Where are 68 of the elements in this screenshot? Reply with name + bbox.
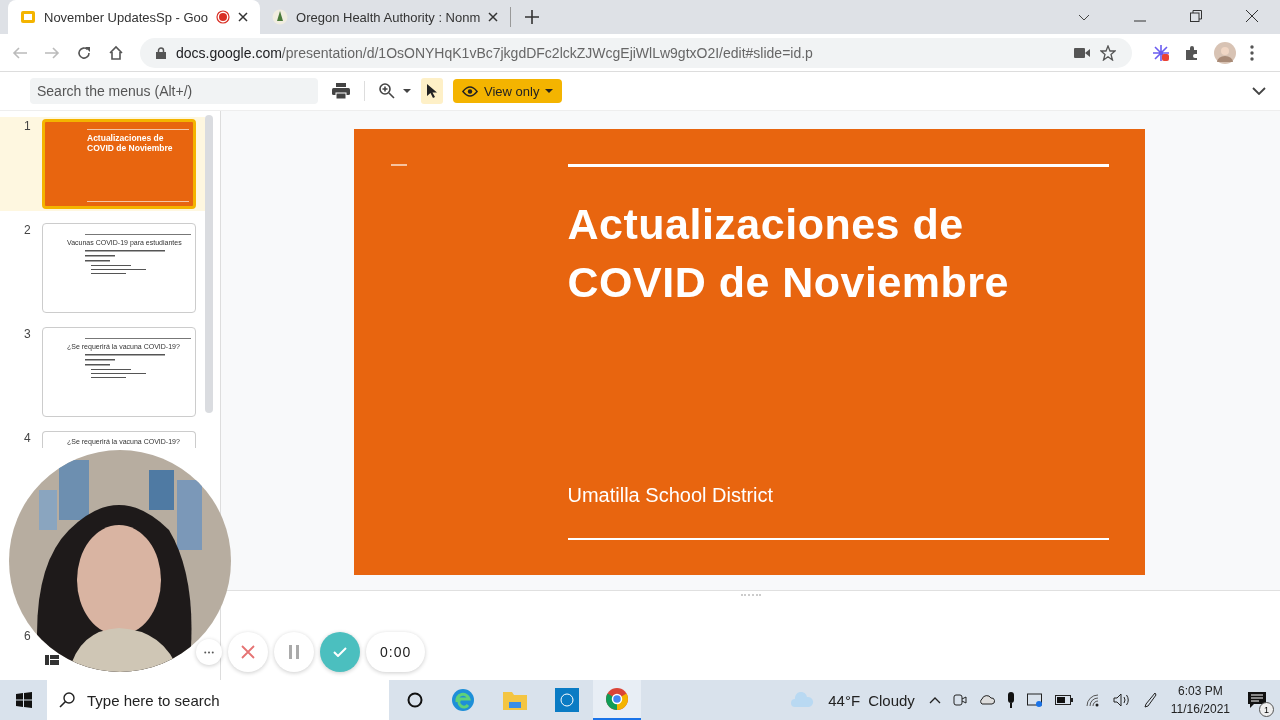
pen-icon[interactable] xyxy=(1142,692,1157,708)
caret-icon xyxy=(545,89,554,93)
close-icon[interactable] xyxy=(1246,10,1258,22)
url-text: docs.google.com/presentation/d/1OsONYHqK1vBc7jkgdDFc2lckZJWcgEjiWlLw9gtxO2I/edit#slide=id.p xyxy=(176,44,813,61)
thumbnail-title: Actualizaciones de COVID de Noviembre xyxy=(87,133,174,154)
notification-button[interactable]: 1 xyxy=(1242,685,1272,715)
pause-icon xyxy=(289,645,299,659)
tab-title: Oregon Health Authority : Nonm xyxy=(296,9,481,25)
chevron-down-icon[interactable] xyxy=(1252,87,1266,95)
slide-title: Actualizaciones de COVID de Noviembre xyxy=(567,199,1010,308)
restore-icon[interactable] xyxy=(1190,10,1202,22)
extension-icon[interactable] xyxy=(1152,43,1170,62)
slide-number: 2 xyxy=(24,223,30,237)
chevron-down-icon[interactable] xyxy=(1078,14,1090,22)
menu-icon[interactable] xyxy=(1250,44,1254,61)
close-icon[interactable] xyxy=(488,12,499,22)
select-tool-button[interactable] xyxy=(421,78,443,104)
lock-icon xyxy=(156,46,166,59)
slides-icon xyxy=(20,9,36,25)
cursor-icon xyxy=(427,84,437,98)
more-icon xyxy=(204,650,214,654)
grid-view-icon[interactable] xyxy=(45,655,59,665)
avatar-icon[interactable] xyxy=(1214,41,1236,64)
new-tab-icon[interactable] xyxy=(525,10,540,24)
search-field[interactable]: Search the menus (Alt+/) xyxy=(30,78,318,104)
slide-number: 6 xyxy=(24,629,30,643)
close-icon xyxy=(241,645,255,659)
star-icon[interactable] xyxy=(1100,44,1116,61)
slide-number: 3 xyxy=(24,327,30,341)
camera-icon[interactable] xyxy=(1074,47,1090,58)
puzzle-icon[interactable] xyxy=(1184,44,1200,61)
home-icon[interactable] xyxy=(108,44,124,61)
tree-icon xyxy=(272,9,289,25)
microphone-icon[interactable] xyxy=(1006,692,1015,708)
check-icon xyxy=(333,647,347,657)
browser-tab[interactable]: November UpdatesSp - Goo xyxy=(8,0,261,34)
slide-number: 1 xyxy=(24,119,30,133)
zoom-icon[interactable] xyxy=(379,83,395,99)
cloud-icon[interactable] xyxy=(978,695,995,705)
weather-condition[interactable]: Cloudy xyxy=(868,691,915,709)
windows-icon[interactable] xyxy=(16,692,32,708)
slide-number: 4 xyxy=(24,431,30,445)
cortana-icon[interactable] xyxy=(407,692,423,708)
screen-icon[interactable] xyxy=(1026,693,1043,707)
view-only-button[interactable]: View only xyxy=(453,79,563,103)
camera-icon[interactable] xyxy=(952,693,967,707)
eye-icon xyxy=(462,85,478,97)
folder-icon[interactable] xyxy=(503,690,527,710)
search-icon xyxy=(59,692,75,708)
browser-tab[interactable]: Oregon Health Authority : Nonm xyxy=(260,7,512,27)
wifi-icon[interactable] xyxy=(1084,693,1101,707)
address-field[interactable]: docs.google.com/presentation/d/1OsONYHqK1vBc7jkgdDFc2lckZJWcgEjiWlLw9gtxO2I/edit#slide=id.p xyxy=(140,37,1132,68)
message-icon xyxy=(1248,692,1266,708)
tab-title: November UpdatesSp - Goo xyxy=(44,9,209,25)
speaker-icon[interactable] xyxy=(1112,693,1131,707)
taskbar-search-field[interactable]: Type here to search xyxy=(47,680,389,720)
slide-subtitle: Umatilla School District xyxy=(567,484,775,507)
reload-icon[interactable] xyxy=(76,44,92,61)
close-icon[interactable] xyxy=(238,12,249,22)
clock-time[interactable]: 6:03 PM xyxy=(1178,682,1223,700)
battery-icon[interactable] xyxy=(1054,695,1073,705)
caret-icon[interactable] xyxy=(403,89,411,93)
scrollbar-thumb[interactable] xyxy=(205,115,213,413)
print-icon[interactable] xyxy=(332,83,350,99)
chrome-icon[interactable] xyxy=(605,687,629,711)
temperature[interactable]: 44°F xyxy=(828,691,861,709)
clock-date[interactable]: 11/16/2021 xyxy=(1170,700,1230,718)
chevron-up-icon[interactable] xyxy=(928,696,941,704)
